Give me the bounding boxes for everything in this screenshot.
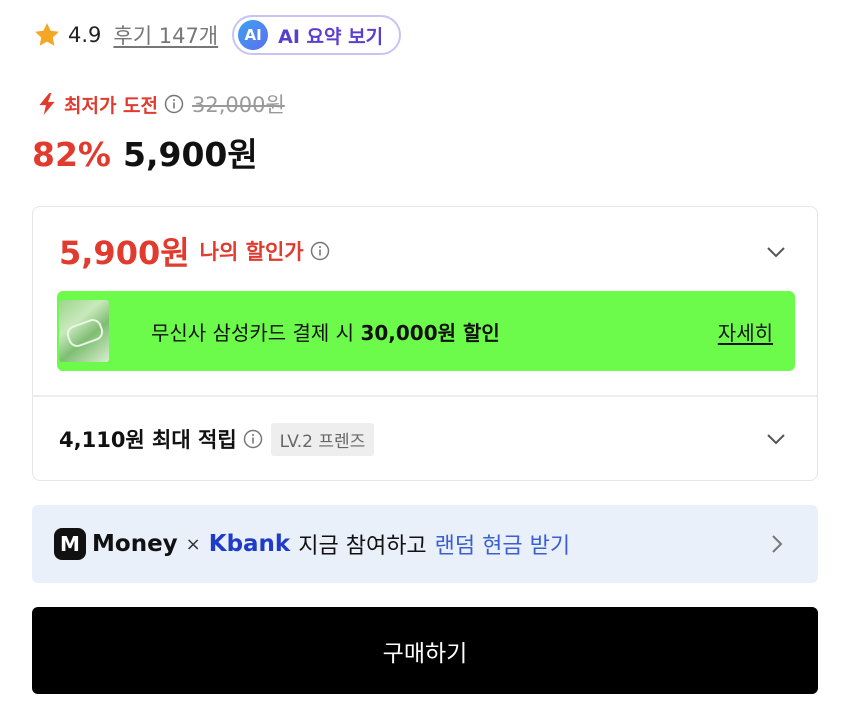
rating-row: 4.9 후기 147개 AI AI 요약 보기 [32,14,402,56]
discount-rate: 82% [32,135,111,174]
info-icon[interactable] [164,94,184,114]
promo-text: 지금 참여하고 [298,534,427,559]
card-promo-banner[interactable]: 무신사 삼성카드 결제 시 30,000원 할인 자세히 [57,291,795,371]
kbank-brand: Kbank [208,531,291,557]
info-icon[interactable] [243,429,263,449]
max-points: 4,110원 최대 적립 [59,428,237,452]
ai-icon: AI [238,20,269,50]
lowest-price-label: 최저가 도전 [64,94,159,117]
money-logo-icon: M [54,528,86,560]
bolt-icon [34,91,60,117]
my-price-label: 나의 할인가 [199,240,304,264]
buy-button[interactable]: 구매하기 [32,607,818,694]
info-icon[interactable] [310,241,330,261]
promo-highlight: 랜덤 현금 받기 [434,534,571,559]
review-count-link[interactable]: 후기 147개 [113,20,218,50]
lowest-price-row: 최저가 도전 32,000원 [34,88,285,120]
times-symbol: × [185,533,201,555]
money-brand: Money [92,531,178,557]
ai-summary-label: AI 요약 보기 [278,25,384,48]
sale-price: 5,900원 [123,135,258,174]
chevron-down-icon[interactable] [763,239,789,265]
original-price: 32,000원 [192,93,285,117]
card-image [59,300,109,362]
money-kbank-promo-banner[interactable]: M Money × Kbank 지금 참여하고 랜덤 현금 받기 [32,505,818,583]
points-row[interactable]: 4,110원 최대 적립 LV.2 프렌즈 [59,419,375,459]
divider [33,395,817,397]
rating-value: 4.9 [68,23,102,47]
sale-price-row: 82% 5,900원 [32,128,258,176]
chevron-down-icon[interactable] [763,426,789,452]
level-badge: LV.2 프렌즈 [270,422,375,456]
card-promo-text: 무신사 삼성카드 결제 시 30,000원 할인 [151,320,500,345]
ai-summary-button[interactable]: AI AI 요약 보기 [232,15,402,55]
chevron-right-icon [764,531,790,557]
card-detail-link[interactable]: 자세히 [718,317,773,346]
my-price-row[interactable]: 5,900원 나의 할인가 [59,227,330,275]
discount-card: 5,900원 나의 할인가 무신사 삼성카드 결제 시 30,000원 할인 자… [32,206,818,481]
my-price: 5,900원 [59,234,190,272]
star-icon [32,20,62,50]
